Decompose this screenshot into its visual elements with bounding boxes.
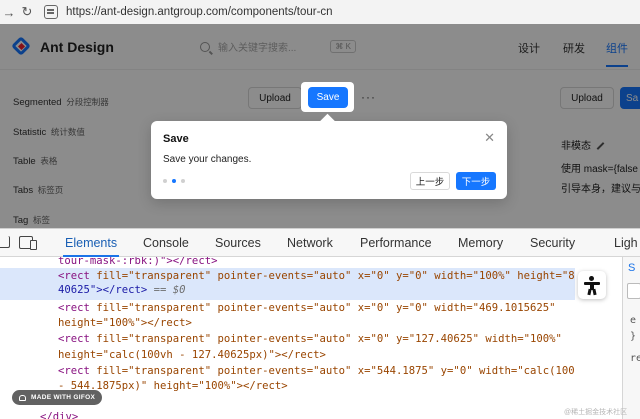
accessibility-icon: [589, 276, 594, 281]
nav-design[interactable]: 设计: [518, 40, 540, 56]
tour-title: Save: [163, 133, 189, 145]
section-desc-line1: 使用 mask={false: [561, 164, 638, 175]
dom-line-selected[interactable]: <rect fill="transparent" pointer-events=…: [58, 269, 575, 283]
tab-sources[interactable]: Sources: [215, 236, 261, 250]
tour-step-indicator: [163, 179, 185, 183]
browser-url-bar: → ↻ https://ant-design.antgroup.com/comp…: [0, 0, 640, 24]
tab-elements[interactable]: Elements: [62, 236, 120, 257]
search-box[interactable]: 输入关键字搜索... ⌘ K: [200, 39, 356, 54]
dom-line-cont[interactable]: height="100%"></rect>: [58, 316, 192, 330]
dom-line-selected-cont[interactable]: 40625"></rect> == $0: [58, 283, 186, 297]
tour-prev-button[interactable]: 上一步: [410, 172, 450, 190]
tour-step-dot: [163, 179, 167, 183]
sidebar-item-statistic[interactable]: Statistic 统计数值: [13, 126, 85, 138]
sidebar-item-tag[interactable]: Tag 标签: [13, 214, 50, 226]
tour-step-dot: [172, 179, 176, 183]
tab-network[interactable]: Network: [287, 236, 333, 250]
watermark: @稀土掘金技术社区: [564, 409, 628, 416]
filter-input[interactable]: [627, 283, 640, 299]
tour-step-dot: [181, 179, 185, 183]
save-button[interactable]: Save: [308, 87, 348, 108]
section-desc-line2: 引导本身，建议与: [561, 184, 640, 195]
upload-button[interactable]: Upload: [248, 87, 302, 109]
ant-design-logo-icon[interactable]: [11, 35, 32, 57]
section-title-non-modal: 非模态: [561, 137, 605, 152]
tab-console[interactable]: Console: [143, 236, 189, 250]
dom-line-cont[interactable]: height="calc(100vh - 127.40625px)"></rec…: [58, 348, 326, 362]
nav-components[interactable]: 组件: [606, 40, 628, 67]
gifox-badge: MADE WITH GIFOX: [12, 390, 103, 405]
dom-line[interactable]: <rect fill="transparent" pointer-events=…: [58, 332, 562, 346]
site-header: Ant Design 输入关键字搜索... ⌘ K 设计 研发 组件: [0, 24, 640, 70]
site-settings-icon[interactable]: [44, 5, 58, 19]
search-icon: [200, 41, 210, 52]
url-text[interactable]: https://ant-design.antgroup.com/componen…: [66, 6, 333, 18]
upload-button-right[interactable]: Upload: [560, 87, 614, 109]
tab-performance[interactable]: Performance: [360, 236, 432, 250]
sidebar-item-tabs[interactable]: Tabs 标签页: [13, 184, 63, 196]
tab-security[interactable]: Security: [530, 236, 575, 250]
tour-next-button[interactable]: 下一步: [456, 172, 496, 190]
tab-memory[interactable]: Memory: [458, 236, 503, 250]
dom-line-close[interactable]: </div>: [40, 410, 78, 419]
styles-fragment: re: [630, 353, 640, 364]
sidebar-item-segmented[interactable]: Segmented 分段控制器: [13, 96, 109, 108]
tab-lighthouse[interactable]: Ligh: [614, 236, 638, 250]
search-shortcut: ⌘ K: [330, 40, 356, 53]
accessibility-button[interactable]: [578, 271, 606, 299]
edit-icon[interactable]: [596, 142, 605, 151]
forward-icon[interactable]: →: [0, 3, 18, 21]
tour-popover: Save ✕ Save your changes. 上一步 下一步: [151, 121, 507, 199]
dom-line[interactable]: <rect fill="transparent" pointer-events=…: [58, 364, 575, 378]
nav-develop[interactable]: 研发: [563, 40, 585, 56]
styles-fragment: e: [630, 315, 637, 326]
styles-tab[interactable]: S: [628, 262, 635, 274]
close-icon[interactable]: ✕: [484, 130, 495, 146]
device-toolbar-icon[interactable]: [19, 236, 37, 250]
sidebar-item-table[interactable]: Table 表格: [13, 155, 57, 167]
brand-name[interactable]: Ant Design: [40, 39, 114, 55]
styles-fragment: }: [630, 331, 637, 342]
dom-line[interactable]: tour-mask-:rbk:)"></rect>: [58, 257, 217, 268]
more-button[interactable]: ···: [361, 90, 376, 104]
inspect-element-icon[interactable]: [0, 236, 10, 248]
reload-icon[interactable]: ↻: [18, 3, 36, 21]
gifox-logo-icon: [19, 394, 26, 401]
dom-line[interactable]: <rect fill="transparent" pointer-events=…: [58, 301, 555, 315]
devtools-tab-bar: Elements Console Sources Network Perform…: [0, 229, 640, 257]
search-placeholder[interactable]: 输入关键字搜索...: [218, 39, 296, 54]
save-button-right[interactable]: Sa: [620, 87, 640, 109]
styles-side-panel: S e } re: [622, 257, 640, 419]
tour-description: Save your changes.: [163, 154, 252, 165]
